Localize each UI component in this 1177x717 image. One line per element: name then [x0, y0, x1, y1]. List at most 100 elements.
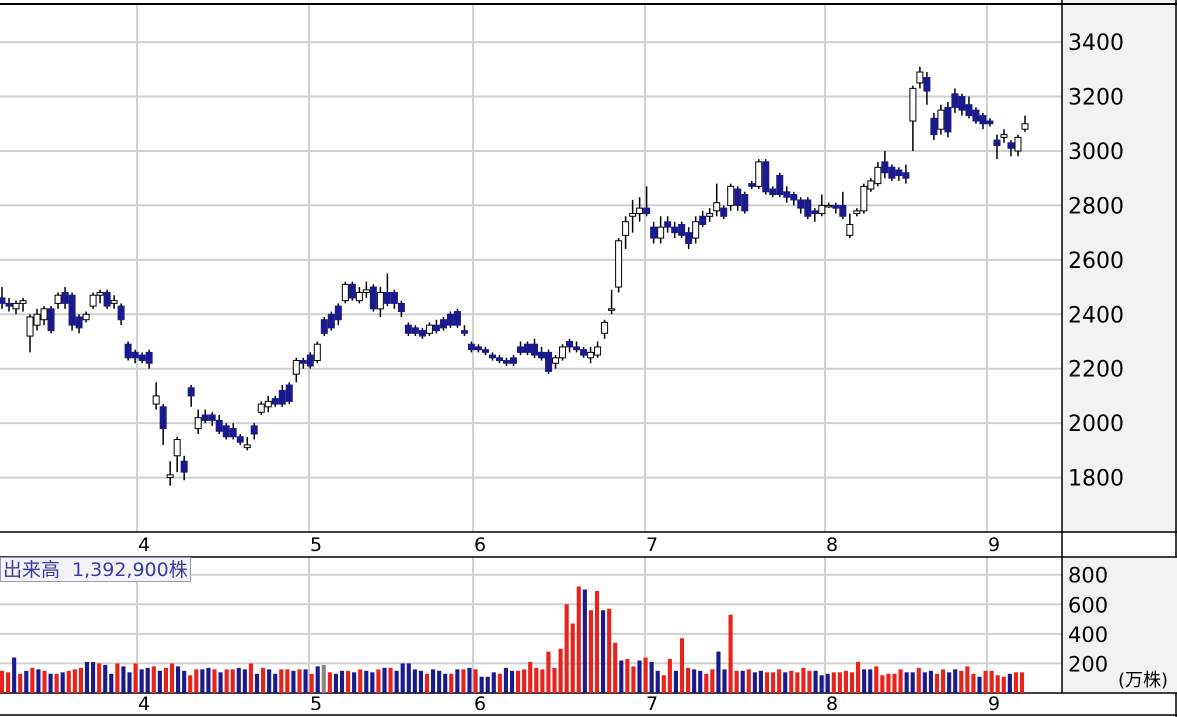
volume-bar: [66, 670, 71, 693]
volume-bar: [528, 661, 533, 693]
volume-bar: [48, 673, 53, 693]
volume-value: 1,392,900株: [72, 559, 188, 581]
candle-body: [601, 321, 609, 334]
candle-body: [103, 291, 111, 307]
candle-body: [671, 226, 679, 234]
volume-bar: [443, 673, 448, 693]
candle-body: [685, 232, 693, 245]
candle: [762, 159, 770, 195]
candle-body: [5, 302, 13, 307]
volume-x-tick-label: 9: [988, 693, 1000, 715]
volume-bar: [297, 669, 302, 693]
volume-bar: [6, 672, 11, 693]
candle-body: [12, 302, 20, 310]
candle: [678, 221, 686, 239]
candle-body: [89, 294, 97, 307]
candle-body: [138, 354, 146, 362]
volume-bar: [424, 673, 430, 693]
y-tick-label: 2200: [1068, 358, 1124, 383]
candle: [341, 281, 349, 304]
volume-y-tick-label: 200: [1068, 652, 1108, 676]
candle: [320, 316, 328, 337]
candle-body: [1021, 123, 1029, 130]
candle-body: [243, 444, 251, 449]
y-tick-label: 3400: [1068, 31, 1124, 56]
candle-body: [713, 202, 721, 212]
volume-bar: [437, 670, 442, 693]
volume-bar: [649, 661, 654, 693]
volume-bar: [916, 667, 921, 693]
candle-body: [937, 109, 945, 130]
volume-bar: [679, 638, 685, 693]
candle-body: [804, 199, 812, 217]
volume-bar: [72, 669, 77, 693]
volume-bar: [497, 673, 502, 693]
candle-body: [446, 313, 454, 326]
candle-body: [692, 221, 700, 239]
candle-body: [236, 436, 244, 443]
volume-bar: [886, 673, 891, 693]
volume-bar: [667, 659, 672, 693]
volume-bar: [1007, 673, 1012, 693]
candle-body: [657, 226, 665, 239]
volume-bar: [995, 675, 1000, 693]
volume-bar: [728, 614, 733, 693]
volume-bar: [783, 672, 788, 693]
volume-bar: [467, 667, 472, 693]
volume-bar: [928, 670, 933, 693]
volume-bar: [188, 675, 193, 693]
volume-bar: [18, 673, 23, 693]
candle-body: [404, 324, 412, 334]
volume-bar: [953, 669, 958, 693]
volume-bar: [206, 667, 211, 693]
volume-bar: [722, 669, 727, 693]
candle-body: [734, 188, 742, 206]
candle: [348, 281, 356, 301]
y-tick-label: 2600: [1068, 249, 1124, 274]
volume-bar: [941, 669, 946, 693]
candle-body: [1007, 142, 1015, 149]
candle-body: [117, 305, 125, 321]
volume-bar: [552, 667, 557, 693]
volume-bar: [856, 661, 861, 693]
candle-body: [201, 414, 209, 421]
volume-bar: [686, 667, 691, 693]
volume-x-tick-label: 5: [310, 693, 322, 715]
candle-body: [439, 319, 447, 329]
volume-bar: [934, 673, 940, 693]
candle-body: [762, 161, 770, 193]
candle-body: [488, 354, 496, 359]
candle-body: [432, 324, 440, 332]
price-plot-area: [0, 4, 1062, 532]
candle-body: [622, 221, 630, 236]
volume-bar: [418, 670, 423, 693]
volume-bar: [212, 669, 217, 693]
candle-body: [608, 308, 616, 311]
volume-bar: [333, 673, 338, 693]
candle-body: [495, 357, 503, 362]
volume-legend: 出来高 1,392,900株: [0, 557, 191, 582]
candle-body: [1000, 134, 1008, 138]
candle-body: [313, 343, 321, 362]
volume-bar: [133, 663, 138, 693]
volume-bar: [898, 669, 903, 693]
volume-bar: [358, 669, 363, 693]
candle-body: [418, 330, 426, 337]
volume-bar: [692, 669, 697, 693]
volume-bar: [406, 663, 411, 693]
volume-x-tick-label: 6: [474, 693, 486, 715]
candle-body: [881, 161, 889, 174]
volume-bar: [145, 667, 150, 693]
candle-body: [96, 291, 104, 296]
candle-body: [481, 349, 489, 353]
candle-body: [299, 360, 307, 364]
candle: [369, 284, 377, 312]
volume-bar: [127, 672, 132, 693]
y-tick-label: 1800: [1068, 467, 1124, 492]
candle-body: [559, 346, 567, 359]
volume-unit-label: (万株): [1118, 670, 1168, 691]
candle-body: [502, 360, 510, 364]
volume-bar: [400, 663, 405, 693]
volume-bar: [862, 669, 867, 693]
candle: [972, 107, 980, 124]
